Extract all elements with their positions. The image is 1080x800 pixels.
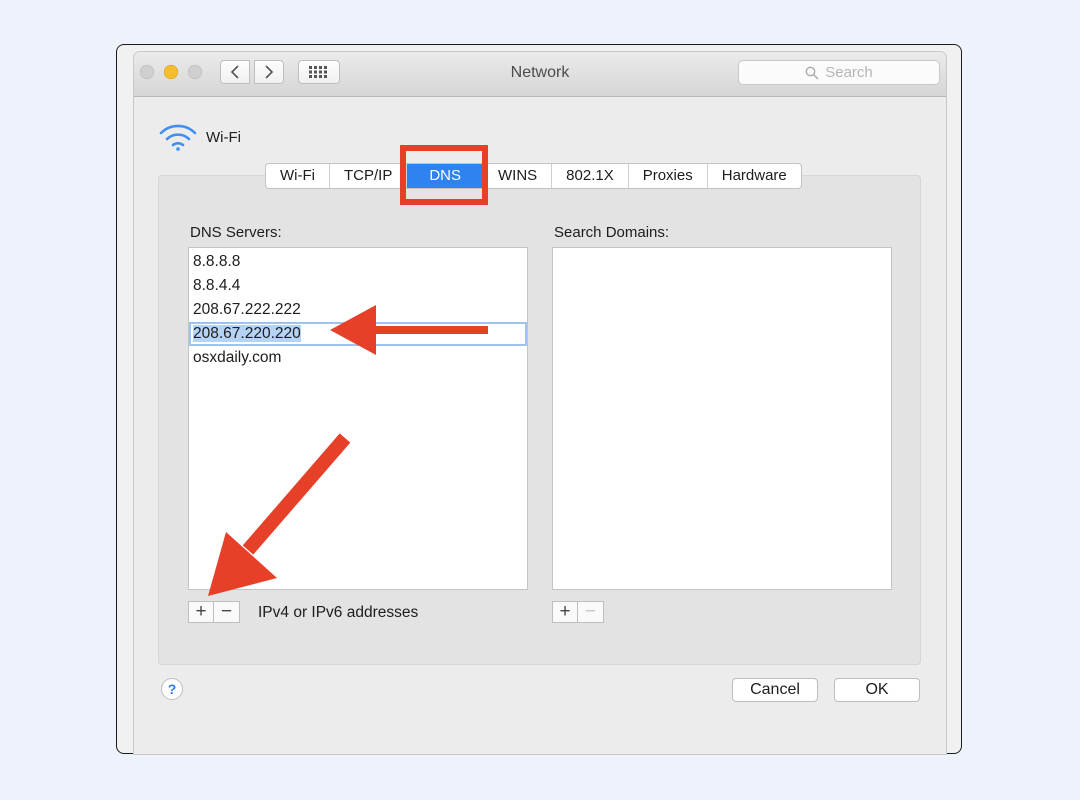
wifi-icon (159, 124, 197, 151)
list-item-selected[interactable]: 208.67.220.220 (189, 322, 527, 346)
tab-8021x[interactable]: 802.1X (552, 164, 629, 188)
list-item[interactable]: 8.8.4.4 (189, 274, 527, 298)
tab-wins[interactable]: WINS (484, 164, 553, 188)
domain-add-remove: + − (552, 601, 604, 623)
list-item[interactable]: 8.8.8.8 (189, 250, 527, 274)
search-domains-list[interactable] (552, 247, 892, 590)
tab-tcpip[interactable]: TCP/IP (330, 164, 408, 188)
interface-name: Wi-Fi (206, 128, 241, 146)
interface-header: Wi-Fi (158, 122, 241, 152)
tab-proxies[interactable]: Proxies (629, 164, 708, 188)
titlebar: Network Search (134, 52, 946, 97)
ok-button[interactable]: OK (834, 678, 920, 702)
dns-hint: IPv4 or IPv6 addresses (258, 604, 419, 621)
search-icon (805, 66, 819, 80)
list-item[interactable]: 208.67.222.222 (189, 298, 527, 322)
remove-dns-server-button[interactable]: − (214, 601, 240, 623)
tab-bar: Wi-Fi TCP/IP DNS WINS 802.1X Proxies Har… (265, 163, 802, 189)
tab-dns[interactable]: DNS (407, 164, 484, 188)
add-dns-server-button[interactable]: + (188, 601, 214, 623)
remove-domain-button[interactable]: − (578, 601, 604, 623)
dns-servers-label: DNS Servers: (190, 224, 282, 241)
tab-hardware[interactable]: Hardware (708, 164, 801, 188)
dns-servers-list[interactable]: 8.8.8.8 8.8.4.4 208.67.222.222 208.67.22… (188, 247, 528, 590)
add-domain-button[interactable]: + (552, 601, 578, 623)
cancel-button[interactable]: Cancel (732, 678, 818, 702)
help-button[interactable]: ? (161, 678, 183, 700)
search-domains-label: Search Domains: (554, 224, 670, 241)
dns-server-add-remove: + − (188, 601, 240, 623)
list-item[interactable]: osxdaily.com (189, 346, 527, 370)
tab-wifi[interactable]: Wi-Fi (266, 164, 330, 188)
search-field[interactable]: Search (738, 60, 940, 85)
network-preferences-window: Network Search Wi-Fi Wi-Fi TCP/IP DNS WI… (134, 52, 946, 754)
search-placeholder: Search (825, 64, 873, 81)
